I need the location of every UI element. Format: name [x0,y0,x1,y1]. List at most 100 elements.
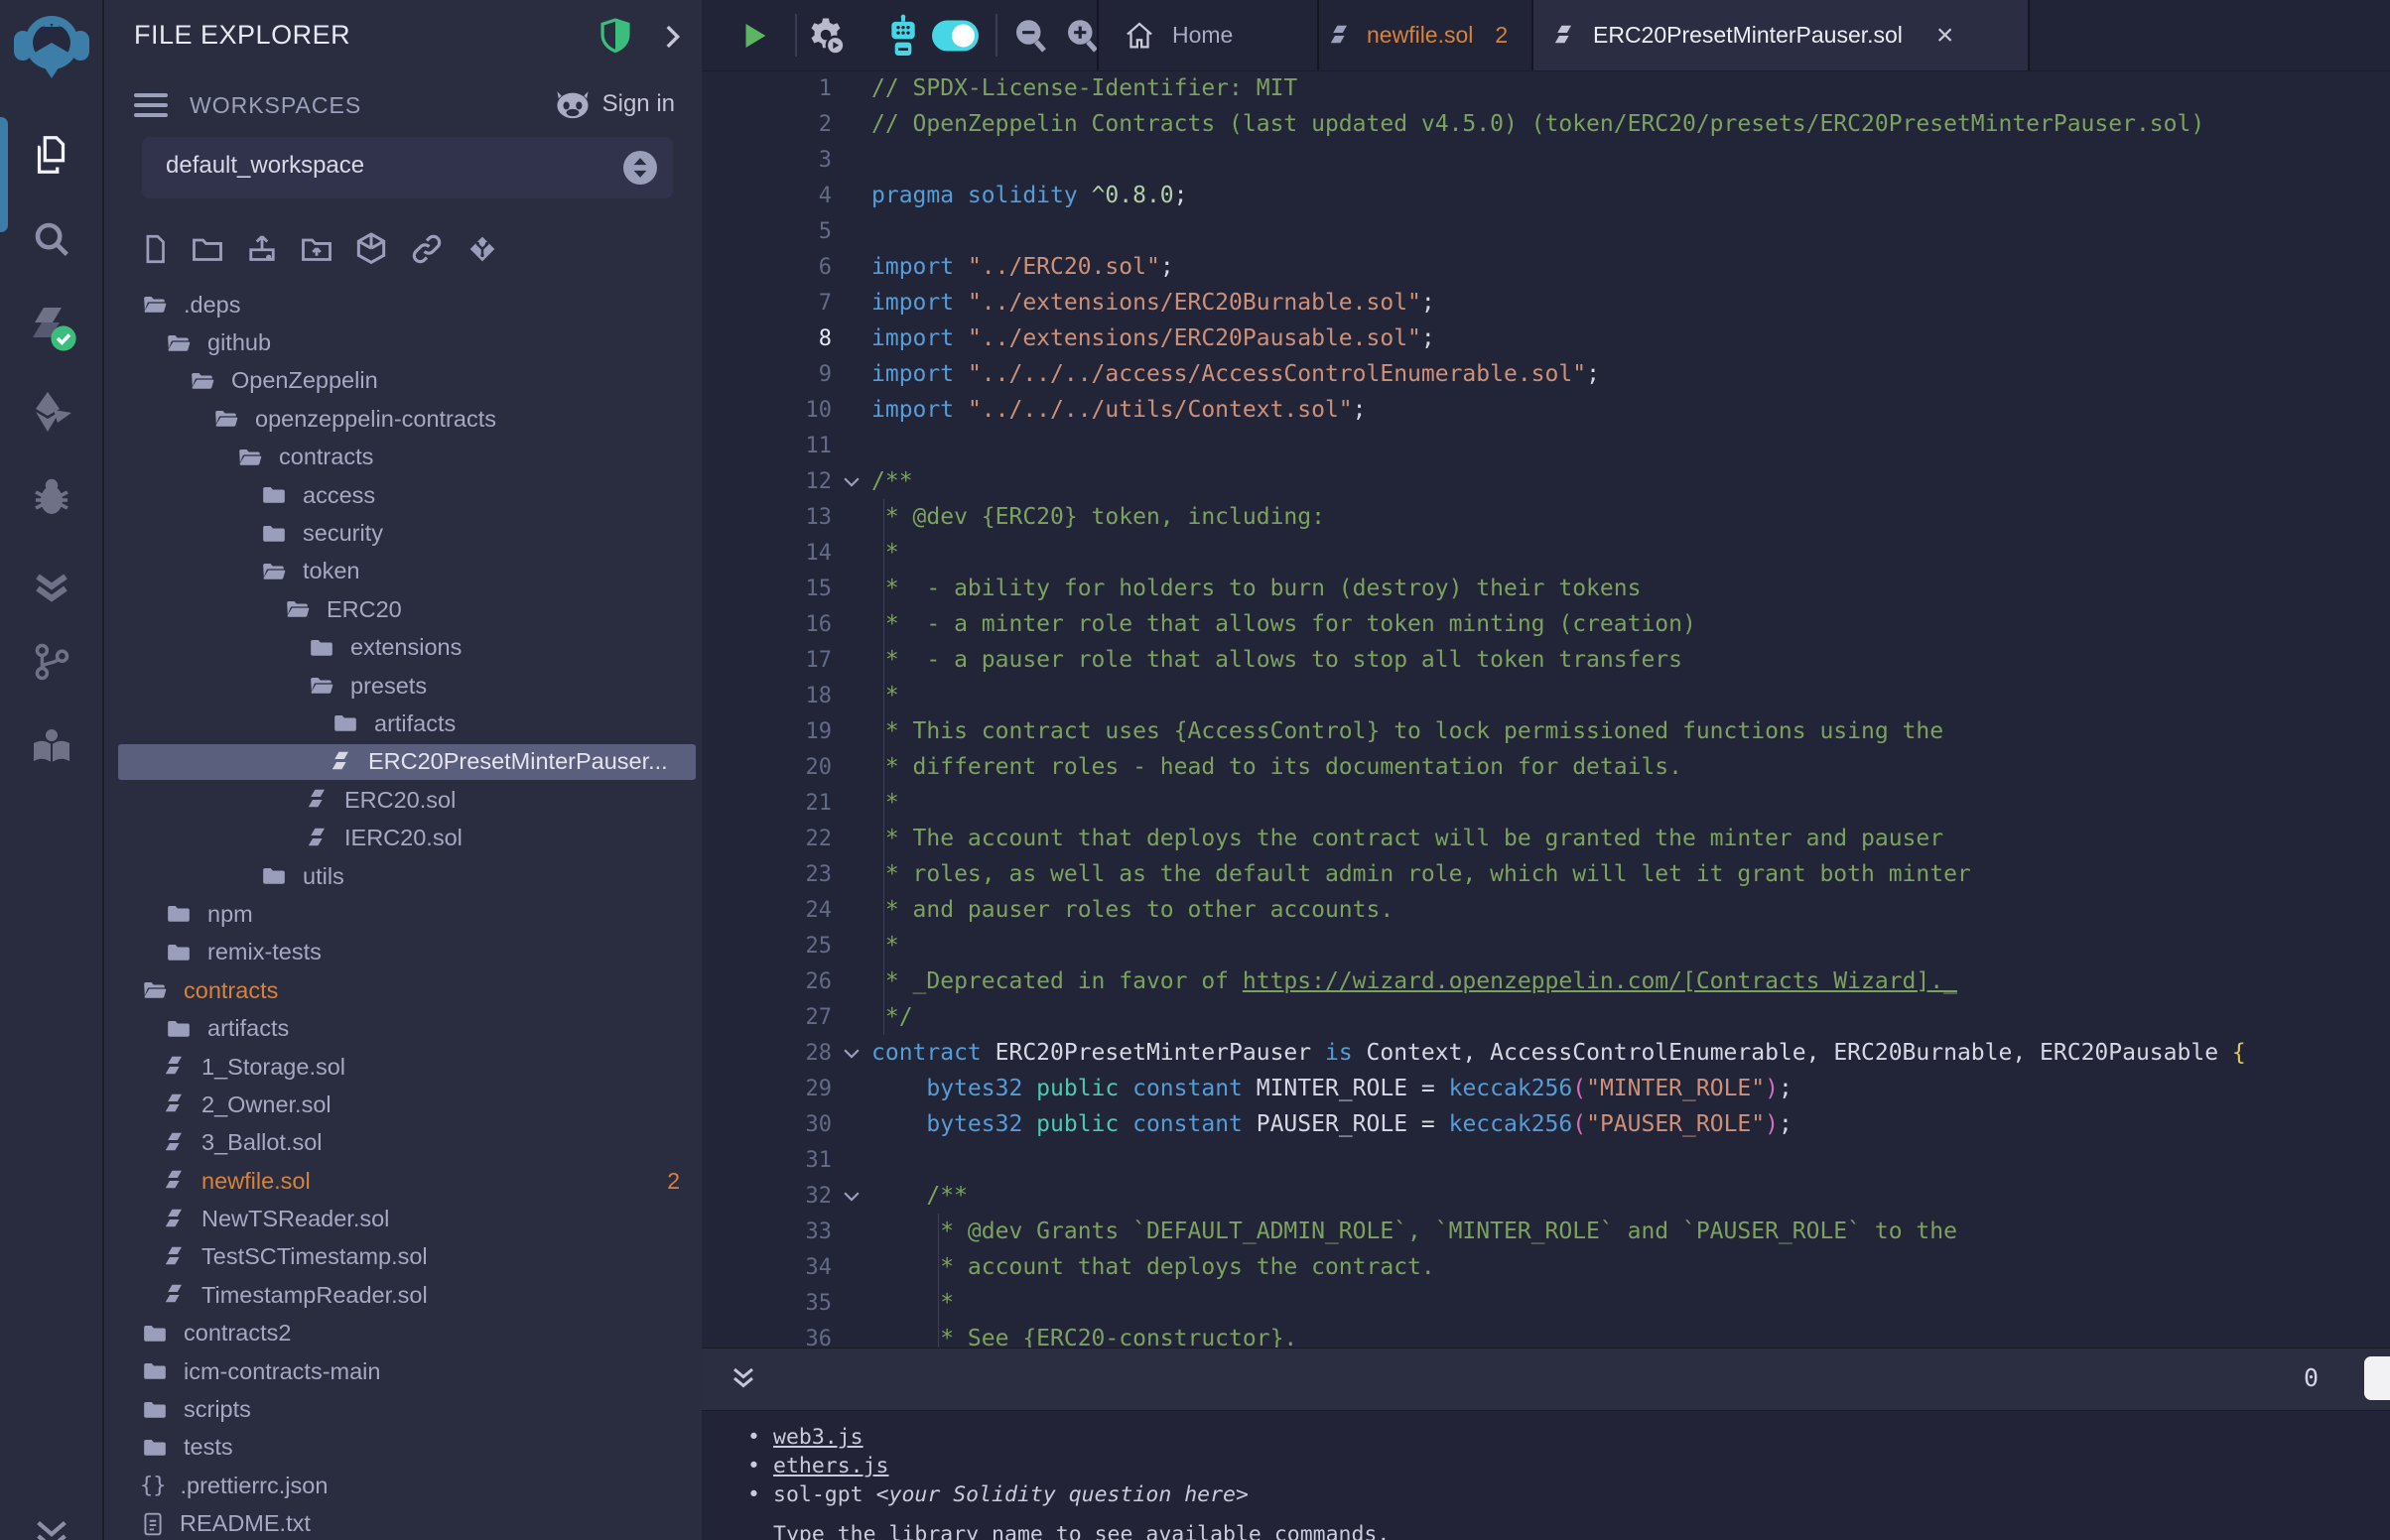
code-line[interactable]: 16 * - a minter role that allows for tok… [702,606,2390,642]
workspace-menu-icon[interactable] [134,93,168,123]
close-icon[interactable]: × [1936,26,1954,46]
debugger-icon[interactable] [28,474,75,522]
tree-item[interactable]: contracts [104,439,702,476]
collapse-icon[interactable] [29,1516,74,1540]
tab-newfile[interactable]: newfile.sol 2 [1329,22,1508,50]
code-line[interactable]: 31 [702,1142,2390,1178]
workspace-stepper-icon[interactable] [623,151,657,185]
tab-home[interactable]: Home [1123,19,1233,53]
code-line[interactable]: 18 * [702,678,2390,713]
terminal-search-box[interactable] [2364,1356,2390,1400]
workspace-select[interactable]: default_workspace [142,137,673,198]
code-line[interactable]: 3 [702,142,2390,178]
trust-shield-icon[interactable] [596,16,635,58]
code-line[interactable]: 35 * [702,1285,2390,1321]
code-line[interactable]: 1// SPDX-License-Identifier: MIT [702,70,2390,106]
tree-item[interactable]: 1_Storage.sol [104,1048,702,1086]
code-line[interactable]: 12/** [702,463,2390,499]
code-line[interactable]: 24 * and pauser roles to other accounts. [702,892,2390,928]
code-line[interactable]: 30 bytes32 public constant PAUSER_ROLE =… [702,1106,2390,1142]
code-line[interactable]: 10import "../../../utils/Context.sol"; [702,392,2390,428]
upload-folder-icon[interactable] [298,231,335,267]
copilot-toggle[interactable] [932,20,979,51]
github-sign-in-button[interactable]: Sign in [553,87,675,121]
code-line[interactable]: 9import "../../../access/AccessControlEn… [702,356,2390,392]
code-line[interactable]: 4pragma solidity ^0.8.0; [702,178,2390,213]
git-clone-icon[interactable] [464,230,501,268]
code-line[interactable]: 14 * [702,535,2390,571]
tree-item[interactable]: access [104,476,702,514]
code-line[interactable]: 25 * [702,928,2390,963]
tree-item[interactable]: utils [104,857,702,895]
learneth-icon[interactable] [28,723,75,771]
tree-item[interactable]: TimestampReader.sol [104,1276,702,1314]
fold-chevron-icon[interactable] [832,1035,871,1071]
code-line[interactable]: 2// OpenZeppelin Contracts (last updated… [702,106,2390,142]
tree-item[interactable]: ERC20PresetMinterPauser... [104,743,702,781]
remix-logo-icon[interactable] [12,7,91,88]
tree-item[interactable]: contracts [104,971,702,1009]
tree-item[interactable]: security [104,514,702,552]
tree-item[interactable]: artifacts [104,1009,702,1047]
file-explorer-icon[interactable] [29,132,74,178]
code-line[interactable]: 29 bytes32 public constant MINTER_ROLE =… [702,1071,2390,1106]
tree-item[interactable]: artifacts [104,705,702,742]
tree-item[interactable]: remix-tests [104,934,702,971]
zoom-out-icon[interactable] [1009,15,1051,57]
tree-item[interactable]: ERC20.sol [104,781,702,819]
tree-item[interactable]: 3_Ballot.sol [104,1124,702,1162]
solidity-compiler-icon[interactable] [26,302,77,353]
unit-testing-icon[interactable] [28,562,75,609]
new-folder-icon[interactable] [189,231,226,267]
search-icon[interactable] [29,216,74,262]
panel-expand-chevron-icon[interactable] [655,20,689,54]
tree-item[interactable]: 2_Owner.sol [104,1086,702,1123]
tree-item[interactable]: scripts [104,1390,702,1428]
tree-item[interactable]: OpenZeppelin [104,362,702,400]
terminal-library-item[interactable]: •web3.js [747,1423,1249,1452]
tree-item[interactable]: presets [104,667,702,705]
tree-item[interactable]: NewTSReader.sol [104,1200,702,1237]
tree-item[interactable]: icm-contracts-main [104,1352,702,1390]
code-line[interactable]: 26 * _Deprecated in favor of https://wiz… [702,963,2390,999]
ai-copilot-icon[interactable] [883,14,923,58]
code-line[interactable]: 34 * account that deploys the contract. [702,1249,2390,1285]
tree-item[interactable]: npm [104,895,702,933]
code-line[interactable]: 23 * roles, as well as the default admin… [702,856,2390,892]
code-line[interactable]: 15 * - ability for holders to burn (dest… [702,571,2390,606]
tree-item[interactable]: openzeppelin-contracts [104,400,702,438]
tree-item[interactable]: TestSCTimestamp.sol [104,1238,702,1276]
terminal-library-item[interactable]: •ethers.js [747,1452,1249,1480]
tree-item[interactable]: newfile.sol2 [104,1162,702,1200]
code-editor[interactable]: 1// SPDX-License-Identifier: MIT2// Open… [702,70,2390,1348]
tree-item[interactable]: contracts2 [104,1315,702,1352]
git-icon[interactable] [29,639,74,685]
fold-chevron-icon[interactable] [832,463,871,499]
code-line[interactable]: 7import "../extensions/ERC20Burnable.sol… [702,285,2390,321]
script-config-icon[interactable] [805,15,847,57]
tab-erc20-preset-minter-pauser[interactable]: ERC20PresetMinterPauser.sol × [1553,22,1953,50]
fold-chevron-icon[interactable] [832,1178,871,1214]
tree-item[interactable]: token [104,553,702,590]
code-line[interactable]: 8import "../extensions/ERC20Pausable.sol… [702,321,2390,356]
tree-item[interactable]: IERC20.sol [104,819,702,856]
deploy-run-icon[interactable] [28,388,75,436]
code-line[interactable]: 19 * This contract uses {AccessControl} … [702,713,2390,749]
tree-item[interactable]: ERC20 [104,590,702,628]
code-line[interactable]: 28contract ERC20PresetMinterPauser is Co… [702,1035,2390,1071]
ipfs-publish-icon[interactable] [352,230,390,268]
code-line[interactable]: 21 * [702,785,2390,821]
link-icon[interactable] [407,230,447,268]
tree-item[interactable]: {}.prettierrc.json [104,1467,702,1504]
code-line[interactable]: 27 */ [702,999,2390,1035]
code-line[interactable]: 32 /** [702,1178,2390,1214]
tree-item[interactable]: .deps [104,286,702,323]
code-line[interactable]: 5 [702,213,2390,249]
tree-item[interactable]: github [104,323,702,361]
upload-file-icon[interactable] [243,231,281,267]
code-line[interactable]: 20 * different roles - head to its docum… [702,749,2390,785]
tree-item[interactable]: README.txt [104,1505,702,1540]
code-line[interactable]: 11 [702,428,2390,463]
new-file-icon[interactable] [138,231,172,267]
code-line[interactable]: 33 * @dev Grants `DEFAULT_ADMIN_ROLE`, `… [702,1214,2390,1249]
